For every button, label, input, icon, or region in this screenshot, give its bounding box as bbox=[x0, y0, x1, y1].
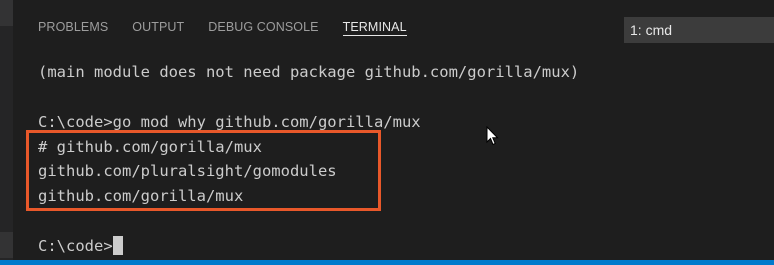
status-bar bbox=[0, 260, 774, 265]
terminal-command-line: C:\code>go mod why github.com/gorilla/mu… bbox=[38, 113, 421, 131]
text-cursor bbox=[112, 236, 123, 255]
terminal-prompt: C:\code> bbox=[38, 237, 113, 255]
mouse-pointer-icon bbox=[486, 126, 499, 146]
tab-output[interactable]: OUTPUT bbox=[132, 0, 184, 36]
tab-debug-console[interactable]: DEBUG CONSOLE bbox=[208, 0, 318, 36]
panel-tabs: PROBLEMS OUTPUT DEBUG CONSOLE TERMINAL bbox=[38, 0, 431, 56]
terminal-output-line: (main module does not need package githu… bbox=[38, 63, 580, 81]
gutter-mark bbox=[0, 232, 13, 258]
terminal-prompt-line[interactable]: C:\code> bbox=[38, 236, 123, 256]
gutter-mark bbox=[0, 0, 13, 26]
left-gutter bbox=[0, 0, 13, 265]
tab-problems[interactable]: PROBLEMS bbox=[38, 0, 108, 36]
highlight-annotation-box bbox=[26, 130, 381, 211]
tab-terminal[interactable]: TERMINAL bbox=[342, 0, 407, 36]
terminal-panel: PROBLEMS OUTPUT DEBUG CONSOLE TERMINAL 1… bbox=[0, 0, 774, 265]
terminal-instance-select[interactable]: 1: cmd bbox=[624, 17, 774, 43]
